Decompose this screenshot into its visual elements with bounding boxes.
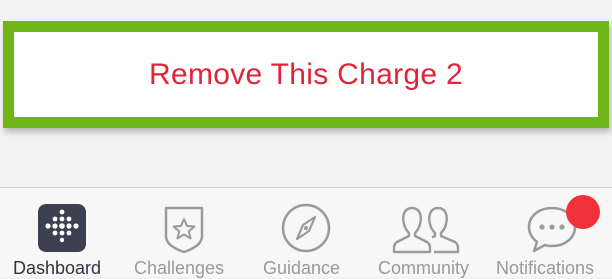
- remove-charge-button[interactable]: Remove This Charge 2: [3, 21, 609, 128]
- tab-guidance[interactable]: Guidance: [244, 188, 368, 278]
- star-badge-icon: [164, 206, 204, 254]
- tab-challenges[interactable]: Challenges: [122, 188, 246, 278]
- tab-community[interactable]: Community: [366, 188, 490, 278]
- dashboard-grid-icon: [38, 204, 86, 252]
- people-icon: [392, 206, 460, 254]
- tab-dashboard[interactable]: Dashboard: [0, 188, 124, 278]
- bottom-tab-bar: Dashboard Challenges Guidance Community: [0, 187, 612, 278]
- remove-charge-label: Remove This Charge 2: [149, 57, 463, 91]
- top-strip: [0, 0, 612, 14]
- compass-icon: [281, 203, 331, 253]
- notification-badge: [566, 195, 600, 229]
